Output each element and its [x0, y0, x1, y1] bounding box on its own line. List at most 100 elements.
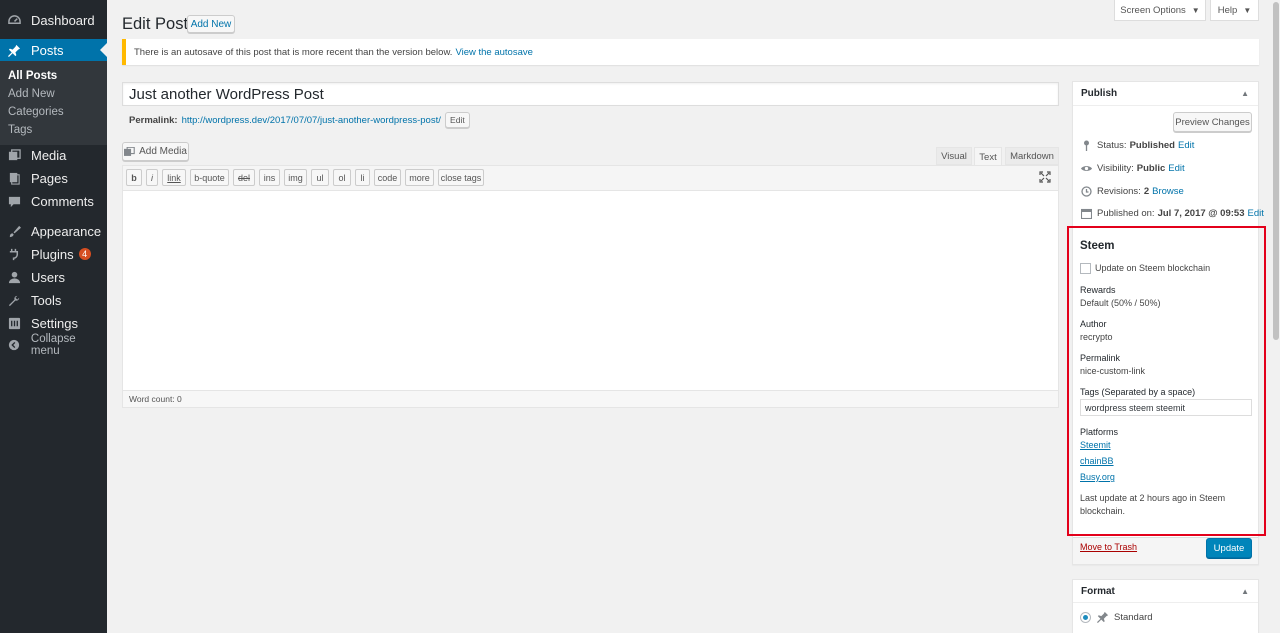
platform-link-busy[interactable]: Busy.org [1080, 472, 1115, 482]
tab-markdown[interactable]: Markdown [1005, 147, 1059, 165]
format-standard-label: Standard [1114, 612, 1153, 623]
quicktag-close-tags[interactable]: close tags [438, 169, 484, 186]
visibility-row: Visibility: Public Edit [1081, 163, 1185, 174]
tab-text[interactable]: Text [974, 147, 1002, 166]
menu-dashboard[interactable]: Dashboard [0, 9, 107, 31]
platforms-label: Platforms [1080, 427, 1119, 437]
help-button[interactable]: Help ▼ [1210, 0, 1259, 21]
pin-icon [7, 43, 21, 57]
menu-users[interactable]: Users [0, 266, 107, 288]
menu-plugins[interactable]: Plugins 4 [0, 243, 107, 265]
quicktag-del[interactable]: del [233, 169, 255, 186]
wrench-icon [7, 293, 21, 307]
menu-posts[interactable]: Posts [0, 39, 107, 61]
quicktag-more[interactable]: more [405, 169, 434, 186]
screen-options-button[interactable]: Screen Options ▼ [1114, 0, 1206, 21]
post-title-input[interactable]: Just another WordPress Post [122, 82, 1059, 106]
format-standard-radio[interactable] [1080, 612, 1091, 623]
status-edit-link[interactable]: Edit [1178, 140, 1194, 151]
settings-icon [7, 316, 21, 330]
move-to-trash-link[interactable]: Move to Trash [1080, 542, 1137, 552]
revisions-browse-link[interactable]: Browse [1152, 186, 1184, 197]
steem-update-checkbox[interactable] [1080, 263, 1091, 274]
publish-header[interactable]: Publish ▲ [1073, 82, 1258, 106]
tab-visual[interactable]: Visual [936, 147, 972, 165]
preview-changes-button[interactable]: Preview Changes [1173, 112, 1252, 132]
eye-icon [1081, 163, 1092, 174]
add-new-button[interactable]: Add New [187, 15, 235, 33]
quicktag-img[interactable]: img [284, 169, 307, 186]
last-update-line1: Last update at 2 hours ago in Steem [1080, 493, 1226, 503]
media-icon [7, 148, 21, 162]
permalink-label: Permalink: [129, 114, 178, 126]
menu-tools[interactable]: Tools [0, 289, 107, 311]
tags-input[interactable]: wordpress steem steemit [1080, 399, 1252, 416]
published-edit-link[interactable]: Edit [1247, 208, 1263, 219]
page-scrollbar[interactable] [1272, 0, 1280, 633]
format-header[interactable]: Format ▲ [1073, 580, 1258, 603]
platform-link-steemit[interactable]: Steemit [1080, 440, 1111, 450]
menu-media-label: Media [31, 147, 67, 163]
add-media-button[interactable]: Add Media [122, 142, 189, 161]
menu-settings-label: Settings [31, 315, 78, 331]
steem-permalink-label: Permalink [1080, 353, 1121, 363]
visibility-label: Visibility: [1097, 163, 1134, 174]
dashboard-icon [7, 13, 21, 27]
editor-container: Word count: 0 [122, 165, 1059, 408]
quicktag-link[interactable]: link [162, 169, 186, 186]
menu-media[interactable]: Media [0, 144, 107, 166]
update-button[interactable]: Update [1206, 538, 1252, 558]
view-autosave-link[interactable]: View the autosave [455, 47, 532, 58]
editor-statusbar: Word count: 0 [123, 390, 1058, 407]
quicktag-italic[interactable]: i [146, 169, 158, 186]
menu-pages[interactable]: Pages [0, 167, 107, 189]
submenu-all-posts[interactable]: All Posts [8, 70, 57, 82]
tags-label: Tags (Separated by a space) [1080, 387, 1196, 397]
last-update-line2: blockchain. [1080, 506, 1126, 516]
submenu-tags[interactable]: Tags [8, 124, 32, 136]
quicktag-ol[interactable]: ol [333, 169, 351, 186]
menu-appearance[interactable]: Appearance [0, 220, 107, 242]
quicktag-code[interactable]: code [374, 169, 401, 186]
quicktag-li[interactable]: li [355, 169, 370, 186]
revisions-label: Revisions: [1097, 186, 1141, 197]
autosave-notice-text: There is an autosave of this post that i… [134, 46, 453, 58]
publish-title: Publish [1081, 88, 1118, 99]
fullscreen-icon[interactable] [1039, 171, 1052, 184]
editor-textarea[interactable] [123, 192, 1058, 389]
menu-plugins-label: Plugins [31, 246, 74, 262]
permalink-link[interactable]: http://wordpress.dev/2017/07/07/just-ano… [182, 115, 441, 126]
revisions-icon [1081, 186, 1092, 197]
menu-collapse[interactable]: Collapse menu [0, 333, 107, 357]
steem-update-label[interactable]: Update on Steem blockchain [1095, 263, 1210, 273]
quicktag-blockquote[interactable]: b-quote [190, 169, 229, 186]
published-label: Published on: [1097, 208, 1155, 219]
plug-icon [7, 247, 21, 261]
published-value: Jul 7, 2017 @ 09:53 [1157, 208, 1245, 219]
submenu-categories[interactable]: Categories [8, 106, 64, 118]
platform-link-chainbb[interactable]: chainBB [1080, 456, 1114, 466]
collapse-arrow-icon[interactable]: ▲ [1241, 587, 1249, 596]
collapse-arrow-icon[interactable]: ▲ [1241, 89, 1249, 98]
steem-permalink-value: nice-custom-link [1080, 366, 1146, 376]
permalink-edit-button[interactable]: Edit [444, 112, 470, 128]
admin-menu: Dashboard Posts All Posts Add New Catego… [0, 0, 107, 633]
comments-icon [7, 194, 21, 208]
visibility-edit-link[interactable]: Edit [1168, 163, 1184, 174]
menu-collapse-label: Collapse menu [30, 333, 76, 357]
permalink-base: http://wordpress.dev/2017/07/07/ [181, 114, 320, 126]
quicktag-ins[interactable]: ins [259, 169, 280, 186]
revisions-row: Revisions: 2 Browse [1081, 186, 1184, 197]
revisions-value: 2 [1143, 186, 1150, 197]
menu-users-label: Users [31, 269, 65, 285]
quicktag-ul[interactable]: ul [311, 169, 329, 186]
calendar-icon [1081, 208, 1092, 219]
pages-icon [7, 171, 21, 185]
quicktag-bold[interactable]: b [126, 169, 142, 186]
add-media-icon [124, 146, 135, 157]
scrollbar-thumb[interactable] [1273, 2, 1279, 340]
collapse-icon [7, 338, 21, 352]
menu-comments[interactable]: Comments [0, 190, 107, 212]
submenu-add-new[interactable]: Add New [8, 88, 55, 100]
menu-settings[interactable]: Settings [0, 312, 107, 334]
